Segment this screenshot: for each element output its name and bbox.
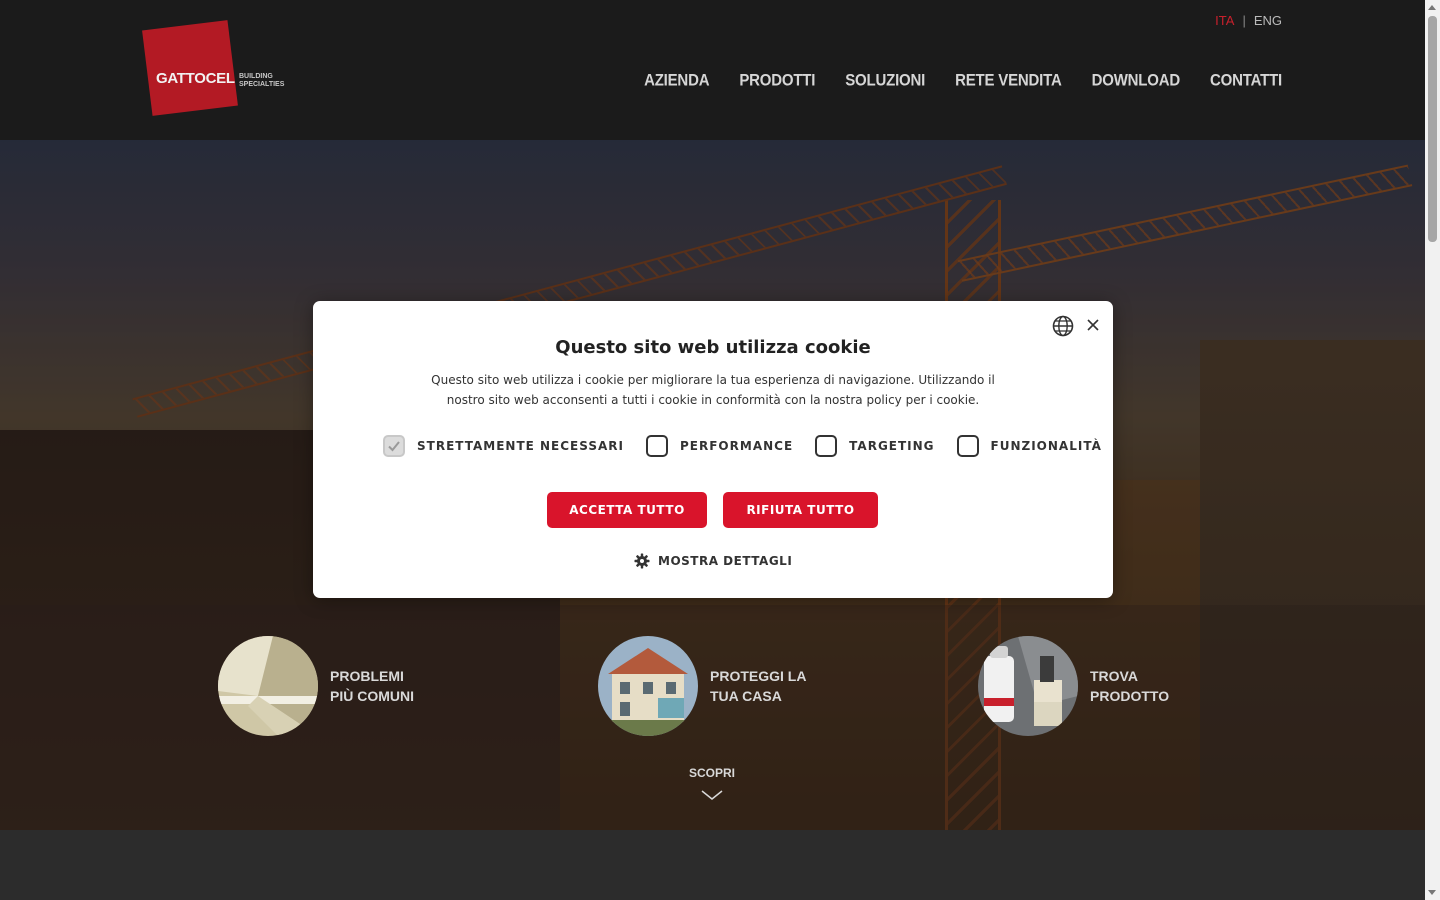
language-switcher: ITA | ENG <box>1215 13 1282 28</box>
scroll-down-arrow-icon[interactable] <box>1428 890 1436 895</box>
show-details-label: MOSTRA DETTAGLI <box>658 554 793 568</box>
feature-label-problemi-line2: PIÙ COMUNI <box>330 688 414 704</box>
option-label-funzionalita: FUNZIONALITÀ <box>990 439 1102 453</box>
accept-all-button[interactable]: ACCETTA TUTTO <box>547 492 707 528</box>
nav-azienda[interactable]: AZIENDA <box>644 71 709 89</box>
chevron-down-icon <box>701 790 723 800</box>
option-strettamente-necessari[interactable]: STRETTAMENTE NECESSARI <box>383 435 624 457</box>
checkbox-performance[interactable] <box>646 435 668 457</box>
reject-all-button[interactable]: RIFIUTA TUTTO <box>723 492 878 528</box>
nav-soluzioni[interactable]: SOLUZIONI <box>845 71 925 89</box>
gattocel-logo[interactable]: GATTOCEL BUILDING SPECIALTIES <box>142 20 293 121</box>
checkbox-strettamente-necessari[interactable] <box>383 435 405 457</box>
scroll-up-arrow-icon[interactable] <box>1428 5 1436 10</box>
option-performance[interactable]: PERFORMANCE <box>646 435 793 457</box>
nav-rete-vendita[interactable]: RETE VENDITA <box>955 71 1062 89</box>
option-targeting[interactable]: TARGETING <box>815 435 934 457</box>
logo-tagline-line2: SPECIALTIES <box>239 81 285 88</box>
cookie-options: STRETTAMENTE NECESSARI PERFORMANCE TARGE… <box>383 435 1101 457</box>
checkbox-funzionalita[interactable] <box>956 435 979 457</box>
main-nav: AZIENDA PRODOTTI SOLUZIONI RETE VENDITA … <box>644 71 1282 89</box>
feature-image-proteggi <box>598 636 698 736</box>
feature-label-trova-line1: TROVA <box>1090 668 1138 684</box>
scopri-link[interactable]: SCOPRI <box>662 766 762 800</box>
logo-square <box>142 20 238 116</box>
feature-label-proteggi-line1: PROTEGGI LA <box>710 668 807 684</box>
option-funzionalita[interactable]: FUNZIONALITÀ <box>956 435 1102 457</box>
lang-separator: | <box>1242 13 1246 28</box>
logo-tagline-line1: BUILDING <box>239 73 273 80</box>
cookie-modal-text: Questo sito web utilizza i cookie per mi… <box>431 373 995 407</box>
feature-label-trova: TROVA PRODOTTO <box>1090 666 1230 706</box>
logo-name: GATTOCEL <box>156 70 235 87</box>
page-scrollbar[interactable] <box>1425 0 1440 900</box>
scroll-thumb[interactable] <box>1428 16 1437 242</box>
site-header: GATTOCEL BUILDING SPECIALTIES ITA | ENG AZ… <box>0 0 1425 140</box>
checkbox-targeting[interactable] <box>815 435 838 457</box>
feature-label-problemi-line1: PROBLEMI <box>330 668 404 684</box>
feature-proteggi[interactable]: PROTEGGI LA TUA CASA <box>598 636 850 736</box>
feature-problemi[interactable]: PROBLEMI PIÙ COMUNI <box>218 636 470 736</box>
gear-icon <box>634 553 650 569</box>
feature-label-problemi: PROBLEMI PIÙ COMUNI <box>330 666 470 706</box>
feature-trova[interactable]: TROVA PRODOTTO <box>978 636 1230 736</box>
logo-tagline: BUILDING SPECIALTIES <box>239 73 299 89</box>
nav-contatti[interactable]: CONTATTI <box>1210 71 1282 89</box>
checkmark-icon <box>388 441 400 452</box>
close-icon[interactable] <box>1085 317 1101 333</box>
option-label-targeting: TARGETING <box>849 439 935 453</box>
feature-label-proteggi-line2: TUA CASA <box>710 688 782 704</box>
cookie-consent-modal: Questo sito web utilizza cookie Questo s… <box>313 301 1113 598</box>
option-label-strettamente-necessari: STRETTAMENTE NECESSARI <box>417 439 624 453</box>
next-section <box>0 830 1425 900</box>
lang-eng[interactable]: ENG <box>1254 13 1282 28</box>
feature-label-proteggi: PROTEGGI LA TUA CASA <box>710 666 850 706</box>
option-label-performance: PERFORMANCE <box>680 439 794 453</box>
feature-image-trova <box>978 636 1078 736</box>
globe-icon[interactable] <box>1052 315 1074 337</box>
nav-prodotti[interactable]: PRODOTTI <box>739 71 815 89</box>
scopri-label: SCOPRI <box>688 766 735 780</box>
cookie-modal-title: Questo sito web utilizza cookie <box>555 337 871 358</box>
show-details-link[interactable]: MOSTRA DETTAGLI <box>634 553 792 569</box>
lang-ita[interactable]: ITA <box>1215 13 1234 28</box>
nav-download[interactable]: DOWNLOAD <box>1092 71 1181 89</box>
feature-image-problemi <box>218 636 318 736</box>
feature-label-trova-line2: PRODOTTO <box>1090 688 1170 704</box>
